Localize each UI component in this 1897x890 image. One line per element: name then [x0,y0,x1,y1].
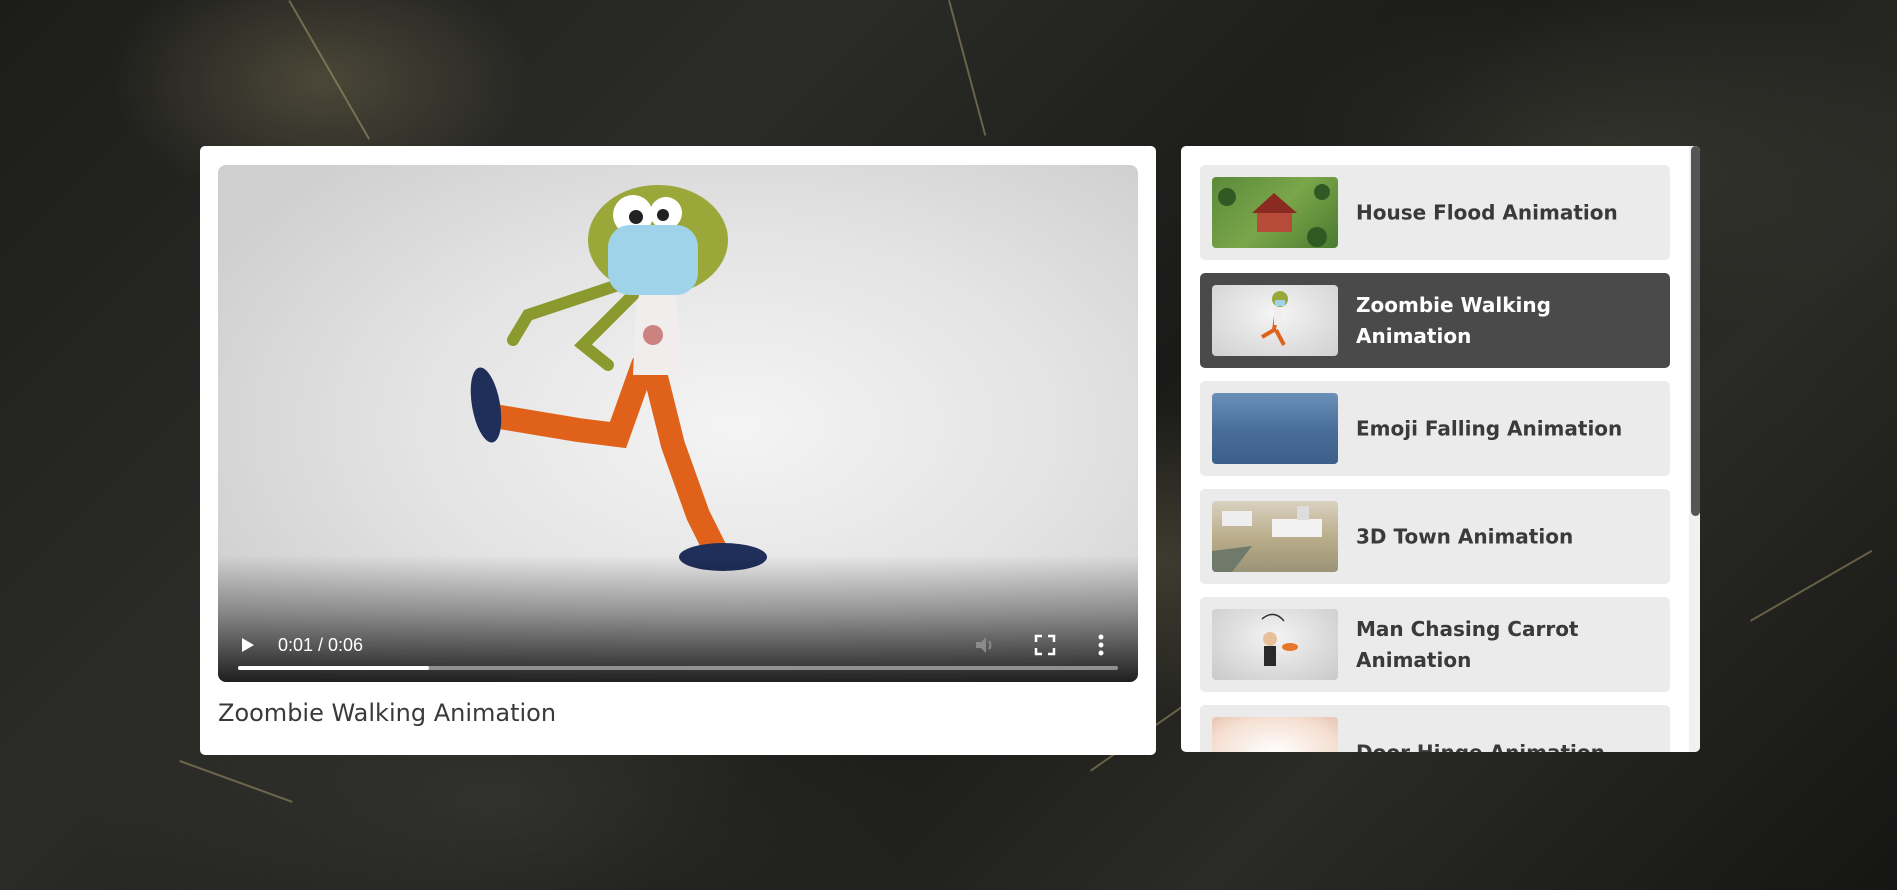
scrollbar-thumb[interactable] [1691,146,1700,516]
playlist-scrollbar[interactable] [1689,146,1700,752]
playlist-item-label: Emoji Falling Animation [1356,416,1623,440]
background-vein [1750,550,1873,622]
playlist-item-label: Zoombie Walking Animation [1356,292,1551,348]
man-chasing-carrot-thumbnail [1212,609,1338,680]
more-vertical-icon [1098,634,1104,656]
more-options-button[interactable] [1096,633,1106,657]
video-title: Zoombie Walking Animation [218,699,557,727]
playlist-item[interactable]: Door Hinge Animation [1200,705,1670,752]
playlist-item-active[interactable]: Zoombie Walking Animation [1200,273,1670,368]
zombie-walking-thumbnail [1212,285,1338,356]
playlist-item-label: Man Chasing Carrot Animation [1356,616,1579,672]
zombie-character-frame [470,185,767,571]
video-player[interactable]: 0:01 / 0:06 [218,165,1138,682]
playlist-item[interactable]: Emoji Falling Animation [1200,381,1670,476]
playlist-item[interactable]: House Flood Animation [1200,165,1670,260]
progress-bar[interactable] [238,666,1118,670]
background-vein [179,760,293,803]
background-vein [948,0,987,136]
door-hinge-thumbnail [1212,717,1338,752]
volume-icon [976,637,992,653]
video-player-card: 0:01 / 0:06 Zoombie Walking Animation [200,146,1156,755]
background-vein [288,0,370,140]
fullscreen-button[interactable] [1034,634,1056,656]
playlist-item[interactable]: 3D Town Animation [1200,489,1670,584]
time-display: 0:01 / 0:06 [278,635,364,655]
playlist-item[interactable]: Man Chasing Carrot Animation [1200,597,1670,692]
progress-fill [238,666,429,670]
house-flood-thumbnail [1212,177,1338,248]
fullscreen-icon [1034,634,1056,656]
playlist-item-label: Door Hinge Animation [1356,740,1605,752]
emoji-falling-thumbnail [1212,393,1338,464]
3d-town-thumbnail [1212,501,1338,572]
mute-button[interactable] [973,633,999,657]
playlist-item-label: House Flood Animation [1356,200,1618,224]
video-controls: 0:01 / 0:06 [218,592,1138,682]
playlist-panel[interactable]: House Flood Animation Zoombie Walking An… [1181,146,1700,752]
playlist-item-label: 3D Town Animation [1356,524,1574,548]
play-button[interactable] [238,634,258,656]
play-icon [242,638,254,652]
